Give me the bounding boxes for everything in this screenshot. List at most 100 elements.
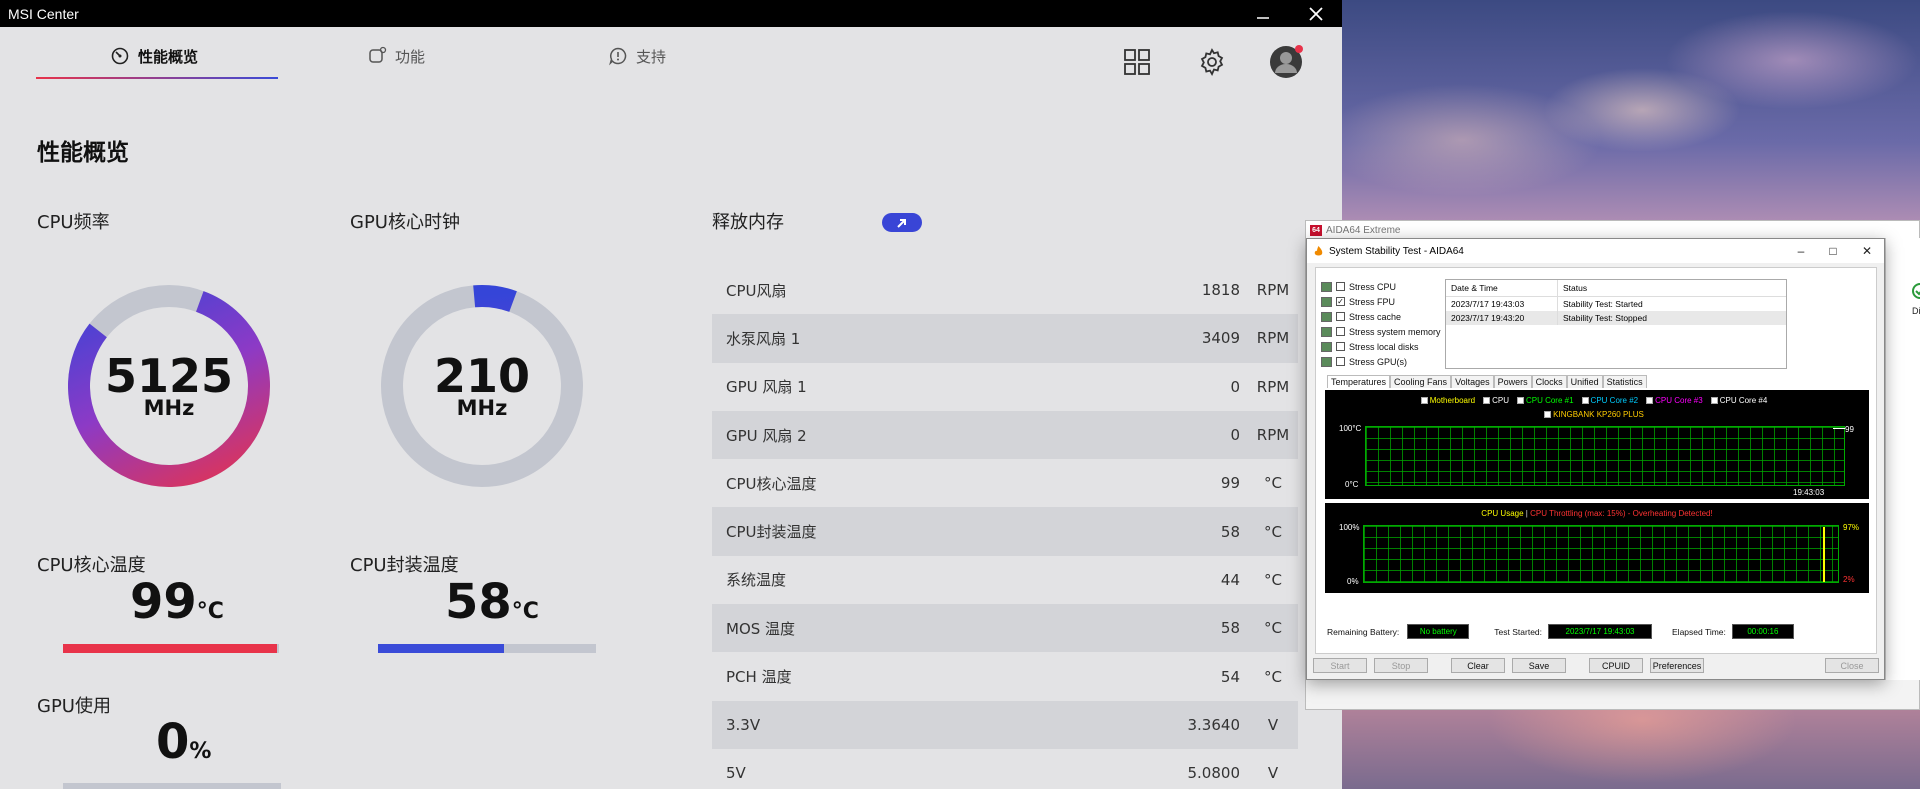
stress-option[interactable]: ✓ Stress FPU — [1321, 294, 1441, 309]
sensor-unit: RPM — [1256, 426, 1290, 445]
checkbox[interactable] — [1336, 312, 1345, 321]
checkbox[interactable] — [1336, 357, 1345, 366]
legend-item[interactable]: Motherboard — [1420, 396, 1475, 405]
tab-features[interactable]: 功能 — [367, 42, 425, 70]
legend-checkbox[interactable] — [1581, 397, 1589, 404]
legend-checkbox[interactable] — [1646, 397, 1654, 404]
aida64-side-panel: Di — [1885, 238, 1920, 680]
sensor-unit: °C — [1264, 474, 1282, 493]
save-button[interactable]: Save — [1512, 658, 1566, 673]
dialog-minimize-button[interactable]: – — [1785, 239, 1817, 263]
legend-checkbox[interactable] — [1710, 397, 1718, 404]
sensor-unit: °C — [1264, 522, 1282, 541]
gpu-usage-bar — [63, 783, 281, 789]
preferences-button[interactable]: Preferences — [1650, 658, 1704, 673]
close-dialog-button[interactable]: Close — [1825, 658, 1879, 673]
log-date: 2023/7/17 19:43:20 — [1446, 311, 1558, 325]
sensor-row: MOS 温度 58 °C — [712, 604, 1298, 653]
dialog-close-button[interactable]: ✕ — [1851, 239, 1883, 263]
legend-item[interactable]: CPU Core #1 — [1516, 396, 1574, 405]
avatar-icon — [1270, 45, 1303, 78]
account-button[interactable] — [1268, 44, 1304, 80]
usage-line — [1823, 527, 1825, 582]
legend-checkbox[interactable] — [1420, 397, 1428, 404]
gpu-clock-label: GPU核心时钟 — [350, 212, 460, 233]
temperature-grid — [1365, 426, 1845, 486]
grid-icon — [1124, 49, 1150, 75]
log-date: 2023/7/17 19:43:03 — [1446, 297, 1558, 311]
checkbox[interactable] — [1336, 327, 1345, 336]
sensor-value: 3.3640 — [1187, 715, 1241, 734]
graph-tab[interactable]: Unified — [1566, 375, 1603, 388]
settings-button[interactable] — [1194, 44, 1230, 80]
tab-support[interactable]: 支持 — [608, 42, 666, 70]
sensor-row: 水泵风扇 1 3409 RPM — [712, 314, 1298, 363]
sensor-unit: °C — [1264, 619, 1282, 638]
legend-checkbox[interactable] — [1483, 397, 1491, 404]
legend-item[interactable]: CPU Core #3 — [1646, 396, 1703, 405]
apps-grid-button[interactable] — [1119, 44, 1155, 80]
option-label: Stress CPU — [1349, 281, 1397, 292]
log-row: 2023/7/17 19:43:03 Stability Test: Starte… — [1446, 297, 1786, 311]
option-label: Stress system memory — [1349, 326, 1441, 337]
tab-performance-overview[interactable]: 性能概览 — [110, 42, 198, 70]
legend-checkbox[interactable] — [1544, 411, 1552, 418]
legend-item[interactable]: CPU Core #2 — [1581, 396, 1639, 405]
component-icon — [1321, 311, 1332, 322]
checkbox[interactable] — [1336, 282, 1345, 291]
legend-checkbox[interactable] — [1516, 397, 1524, 404]
tab-label: 支持 — [636, 47, 667, 66]
legend-item[interactable]: KINGBANK KP260 PLUS — [1544, 410, 1644, 419]
graph-tab[interactable]: Temperatures — [1327, 375, 1391, 388]
gpu-usage-label: GPU使用 — [37, 696, 111, 717]
close-button[interactable] — [1290, 0, 1342, 27]
legend-label: CPU Core #2 — [1590, 396, 1639, 405]
stress-option[interactable]: Stress local disks — [1321, 339, 1441, 354]
release-memory-button[interactable] — [882, 213, 922, 232]
sensor-value: 44 — [1220, 570, 1240, 589]
graph-tab[interactable]: Voltages — [1451, 375, 1494, 388]
temperature-legend: Motherboard CPU CPU Core #1 CPU Core #2 CPU … — [1399, 396, 1789, 419]
sensor-name: MOS 温度 — [726, 619, 796, 638]
status-log: Date & Time Status 2023/7/17 19:43:03 Sta… — [1445, 279, 1787, 369]
elapsed-value: 00:00:16 — [1731, 624, 1794, 639]
component-icon — [1321, 296, 1332, 307]
stop-button[interactable]: Stop — [1374, 658, 1428, 673]
checkbox[interactable] — [1336, 342, 1345, 351]
usage-current: 97% — [1843, 523, 1860, 532]
legend-item[interactable]: CPU — [1483, 396, 1509, 405]
graph-tab[interactable]: Statistics — [1602, 375, 1647, 388]
graph-tab[interactable]: Clocks — [1531, 375, 1567, 388]
stress-option[interactable]: Stress system memory — [1321, 324, 1441, 339]
side-label: Di — [1912, 306, 1920, 316]
sensor-row: PCH 温度 54 °C — [712, 652, 1298, 700]
dialog-title-bar: System Stability Test - AIDA64 – □ ✕ — [1307, 239, 1884, 263]
option-label: Stress FPU — [1349, 296, 1396, 307]
graph-tab[interactable]: Powers — [1493, 375, 1532, 388]
start-button[interactable]: Start — [1313, 658, 1367, 673]
cpu-pkg-temp-label: CPU封装温度 — [350, 555, 459, 576]
dialog-maximize-button[interactable]: □ — [1817, 239, 1849, 263]
gauge-icon — [111, 47, 129, 65]
stress-option[interactable]: Stress cache — [1321, 309, 1441, 324]
checkbox[interactable]: ✓ — [1336, 297, 1345, 306]
stress-option[interactable]: Stress GPU(s) — [1321, 354, 1441, 369]
minimize-button[interactable] — [1237, 0, 1289, 27]
flame-icon — [1314, 246, 1323, 256]
log-row: 2023/7/17 19:43:20 Stability Test: Stoppe… — [1446, 311, 1786, 325]
sensor-value: 58 — [1220, 522, 1240, 541]
legend-item[interactable]: CPU Core #4 — [1710, 396, 1767, 405]
legend-label: CPU — [1492, 396, 1509, 405]
battery-label: Remaining Battery: — [1327, 626, 1400, 637]
graph-tab[interactable]: Cooling Fans — [1390, 375, 1452, 388]
cpu-core-temp-bar-fill — [63, 644, 277, 653]
cpuid-button[interactable]: CPUID — [1589, 658, 1643, 673]
cpu-pkg-temp-unit: °C — [511, 599, 539, 624]
clear-button[interactable]: Clear — [1451, 658, 1505, 673]
usage-title: CPU Usage — [1481, 509, 1524, 518]
stability-test-dialog: System Stability Test - AIDA64 – □ ✕ Str… — [1306, 238, 1885, 680]
dialog-title: System Stability Test - AIDA64 — [1329, 245, 1464, 257]
stress-option[interactable]: Stress CPU — [1321, 279, 1441, 294]
log-status: Stability Test: Stopped — [1563, 313, 1647, 323]
sensor-name: 水泵风扇 1 — [726, 329, 801, 348]
